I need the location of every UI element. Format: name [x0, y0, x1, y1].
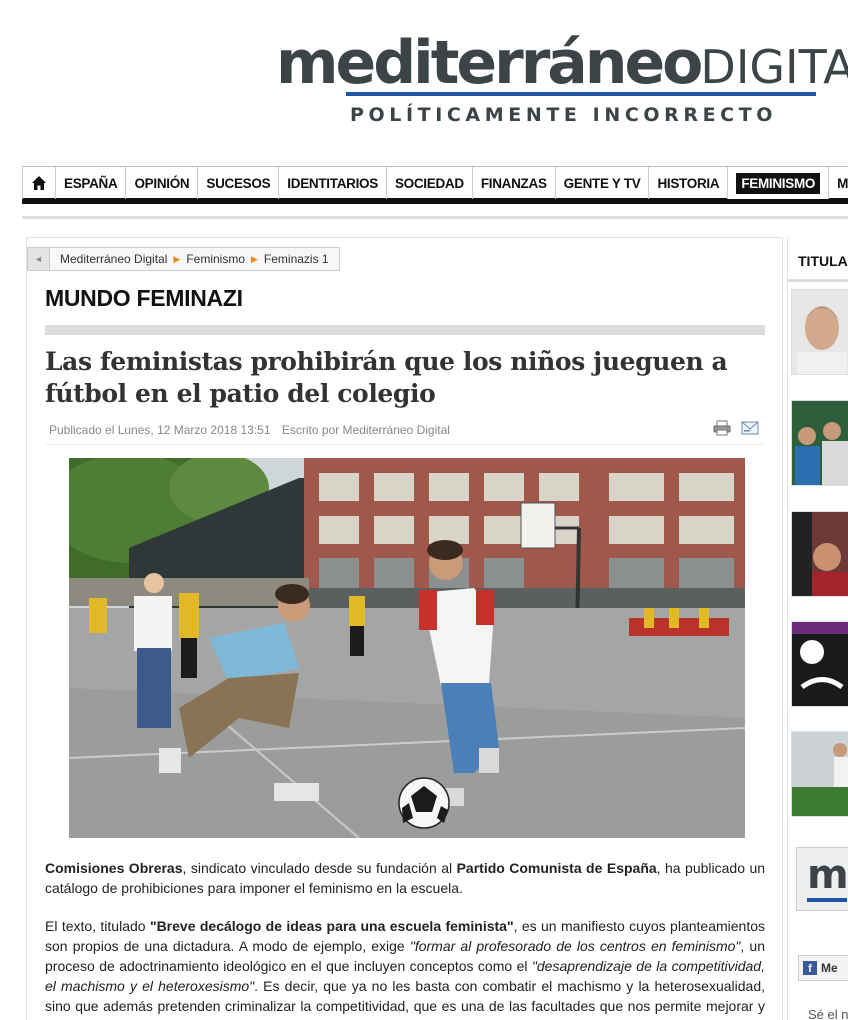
document-title: "Breve decálogo de ideas para una escuel… [149, 918, 514, 934]
meta-divider [45, 444, 765, 445]
site-header: mediterráneoDIGITAL POLÍTICAMENTE INCORR… [0, 0, 848, 160]
nav-item-sociedad[interactable]: SOCIEDAD [387, 167, 473, 199]
logo-name: mediterráneo [276, 28, 703, 98]
facebook-like-button[interactable]: f Me [798, 955, 848, 981]
section-divider [45, 325, 765, 335]
brand-mark-bar [807, 898, 847, 902]
headline-thumbnail[interactable] [791, 400, 848, 486]
sidebar-title: TITULAR [798, 253, 848, 269]
entity-pce: Partido Comunista de España [456, 860, 657, 876]
home-icon [32, 176, 46, 190]
nav-item-feminismo[interactable]: FEMINISMO [728, 167, 830, 199]
right-sidebar: TITULAR [787, 237, 848, 1020]
crowd-image [792, 401, 848, 485]
logo-underline [346, 92, 816, 96]
main-nav: ESPAÑA OPINIÓN SUCESOS IDENTITARIOS SOCI… [22, 166, 848, 204]
headline-thumbnail[interactable] [791, 511, 848, 597]
portrait-image [792, 290, 848, 374]
quote: "formar al profesorado de los centros en… [409, 938, 741, 954]
article-paragraph: El texto, titulado "Breve decálogo de id… [45, 918, 766, 1020]
article-body: Comisiones Obreras, sindicato vinculado … [45, 858, 765, 1020]
schoolyard-photo [69, 458, 745, 838]
football-player-image [792, 732, 848, 816]
breadcrumb-back-icon[interactable]: ◄ [28, 248, 50, 270]
article-author: Escrito por Mediterráneo Digital [281, 423, 450, 437]
brand-mark: m [807, 852, 848, 898]
nav-item-gente-y-tv[interactable]: GENTE Y TV [556, 167, 650, 199]
article-meta: Publicado el Lunes, 12 Marzo 2018 13:51 … [49, 423, 450, 437]
logo-suffix: DIGITAL [700, 40, 848, 94]
article-date: Publicado el Lunes, 12 Marzo 2018 13:51 [49, 423, 271, 437]
facebook-icon: f [803, 961, 817, 975]
logo-tagline: POLÍTICAMENTE INCORRECTO [350, 104, 778, 126]
protest-image [792, 512, 848, 596]
article-image [69, 458, 745, 838]
brand-promo-box[interactable]: m [796, 847, 848, 911]
header-divider [22, 216, 848, 219]
nav-item-identitarios[interactable]: IDENTITARIOS [279, 167, 387, 199]
headline-thumbnail[interactable] [791, 289, 848, 375]
section-title: MUNDO FEMINAZI [45, 285, 243, 311]
breadcrumb-arrow-icon: ▶ [173, 253, 181, 264]
nav-home[interactable] [22, 167, 56, 199]
nav-item-opinion[interactable]: OPINIÓN [126, 167, 199, 199]
site-logo[interactable]: mediterráneoDIGITAL [276, 28, 848, 102]
article-title[interactable]: Las feministas prohibirán que los niños … [45, 346, 765, 410]
nav-item-finanzas[interactable]: FINANZAS [473, 167, 556, 199]
facebook-follow-text: Sé el n [808, 1007, 848, 1020]
print-icon[interactable] [713, 420, 731, 436]
nav-item-espana[interactable]: ESPAÑA [56, 167, 127, 199]
breadcrumb-item-home[interactable]: Mediterráneo Digital [60, 252, 167, 266]
symbol-image [792, 622, 848, 706]
nav-item-sucesos[interactable]: SUCESOS [198, 167, 280, 199]
email-icon[interactable] [741, 421, 759, 435]
breadcrumb: ◄ Mediterráneo Digital ▶ Feminismo ▶ Fem… [27, 247, 340, 271]
breadcrumb-item-current: Feminazis 1 [263, 252, 329, 266]
breadcrumb-item-feminismo[interactable]: Feminismo [186, 252, 245, 266]
nav-item-md[interactable]: MD [829, 167, 848, 199]
entity-ccoo: Comisiones Obreras [45, 860, 183, 876]
article-paragraph: Comisiones Obreras, sindicato vinculado … [45, 860, 766, 896]
breadcrumb-arrow-icon: ▶ [251, 253, 258, 264]
headline-thumbnail[interactable] [791, 621, 848, 707]
facebook-like-label: Me [821, 961, 838, 975]
nav-item-historia[interactable]: HISTORIA [649, 167, 729, 199]
main-content: ◄ Mediterráneo Digital ▶ Feminismo ▶ Fem… [26, 237, 783, 1020]
headline-thumbnail[interactable] [791, 731, 848, 817]
sidebar-divider [788, 279, 848, 282]
